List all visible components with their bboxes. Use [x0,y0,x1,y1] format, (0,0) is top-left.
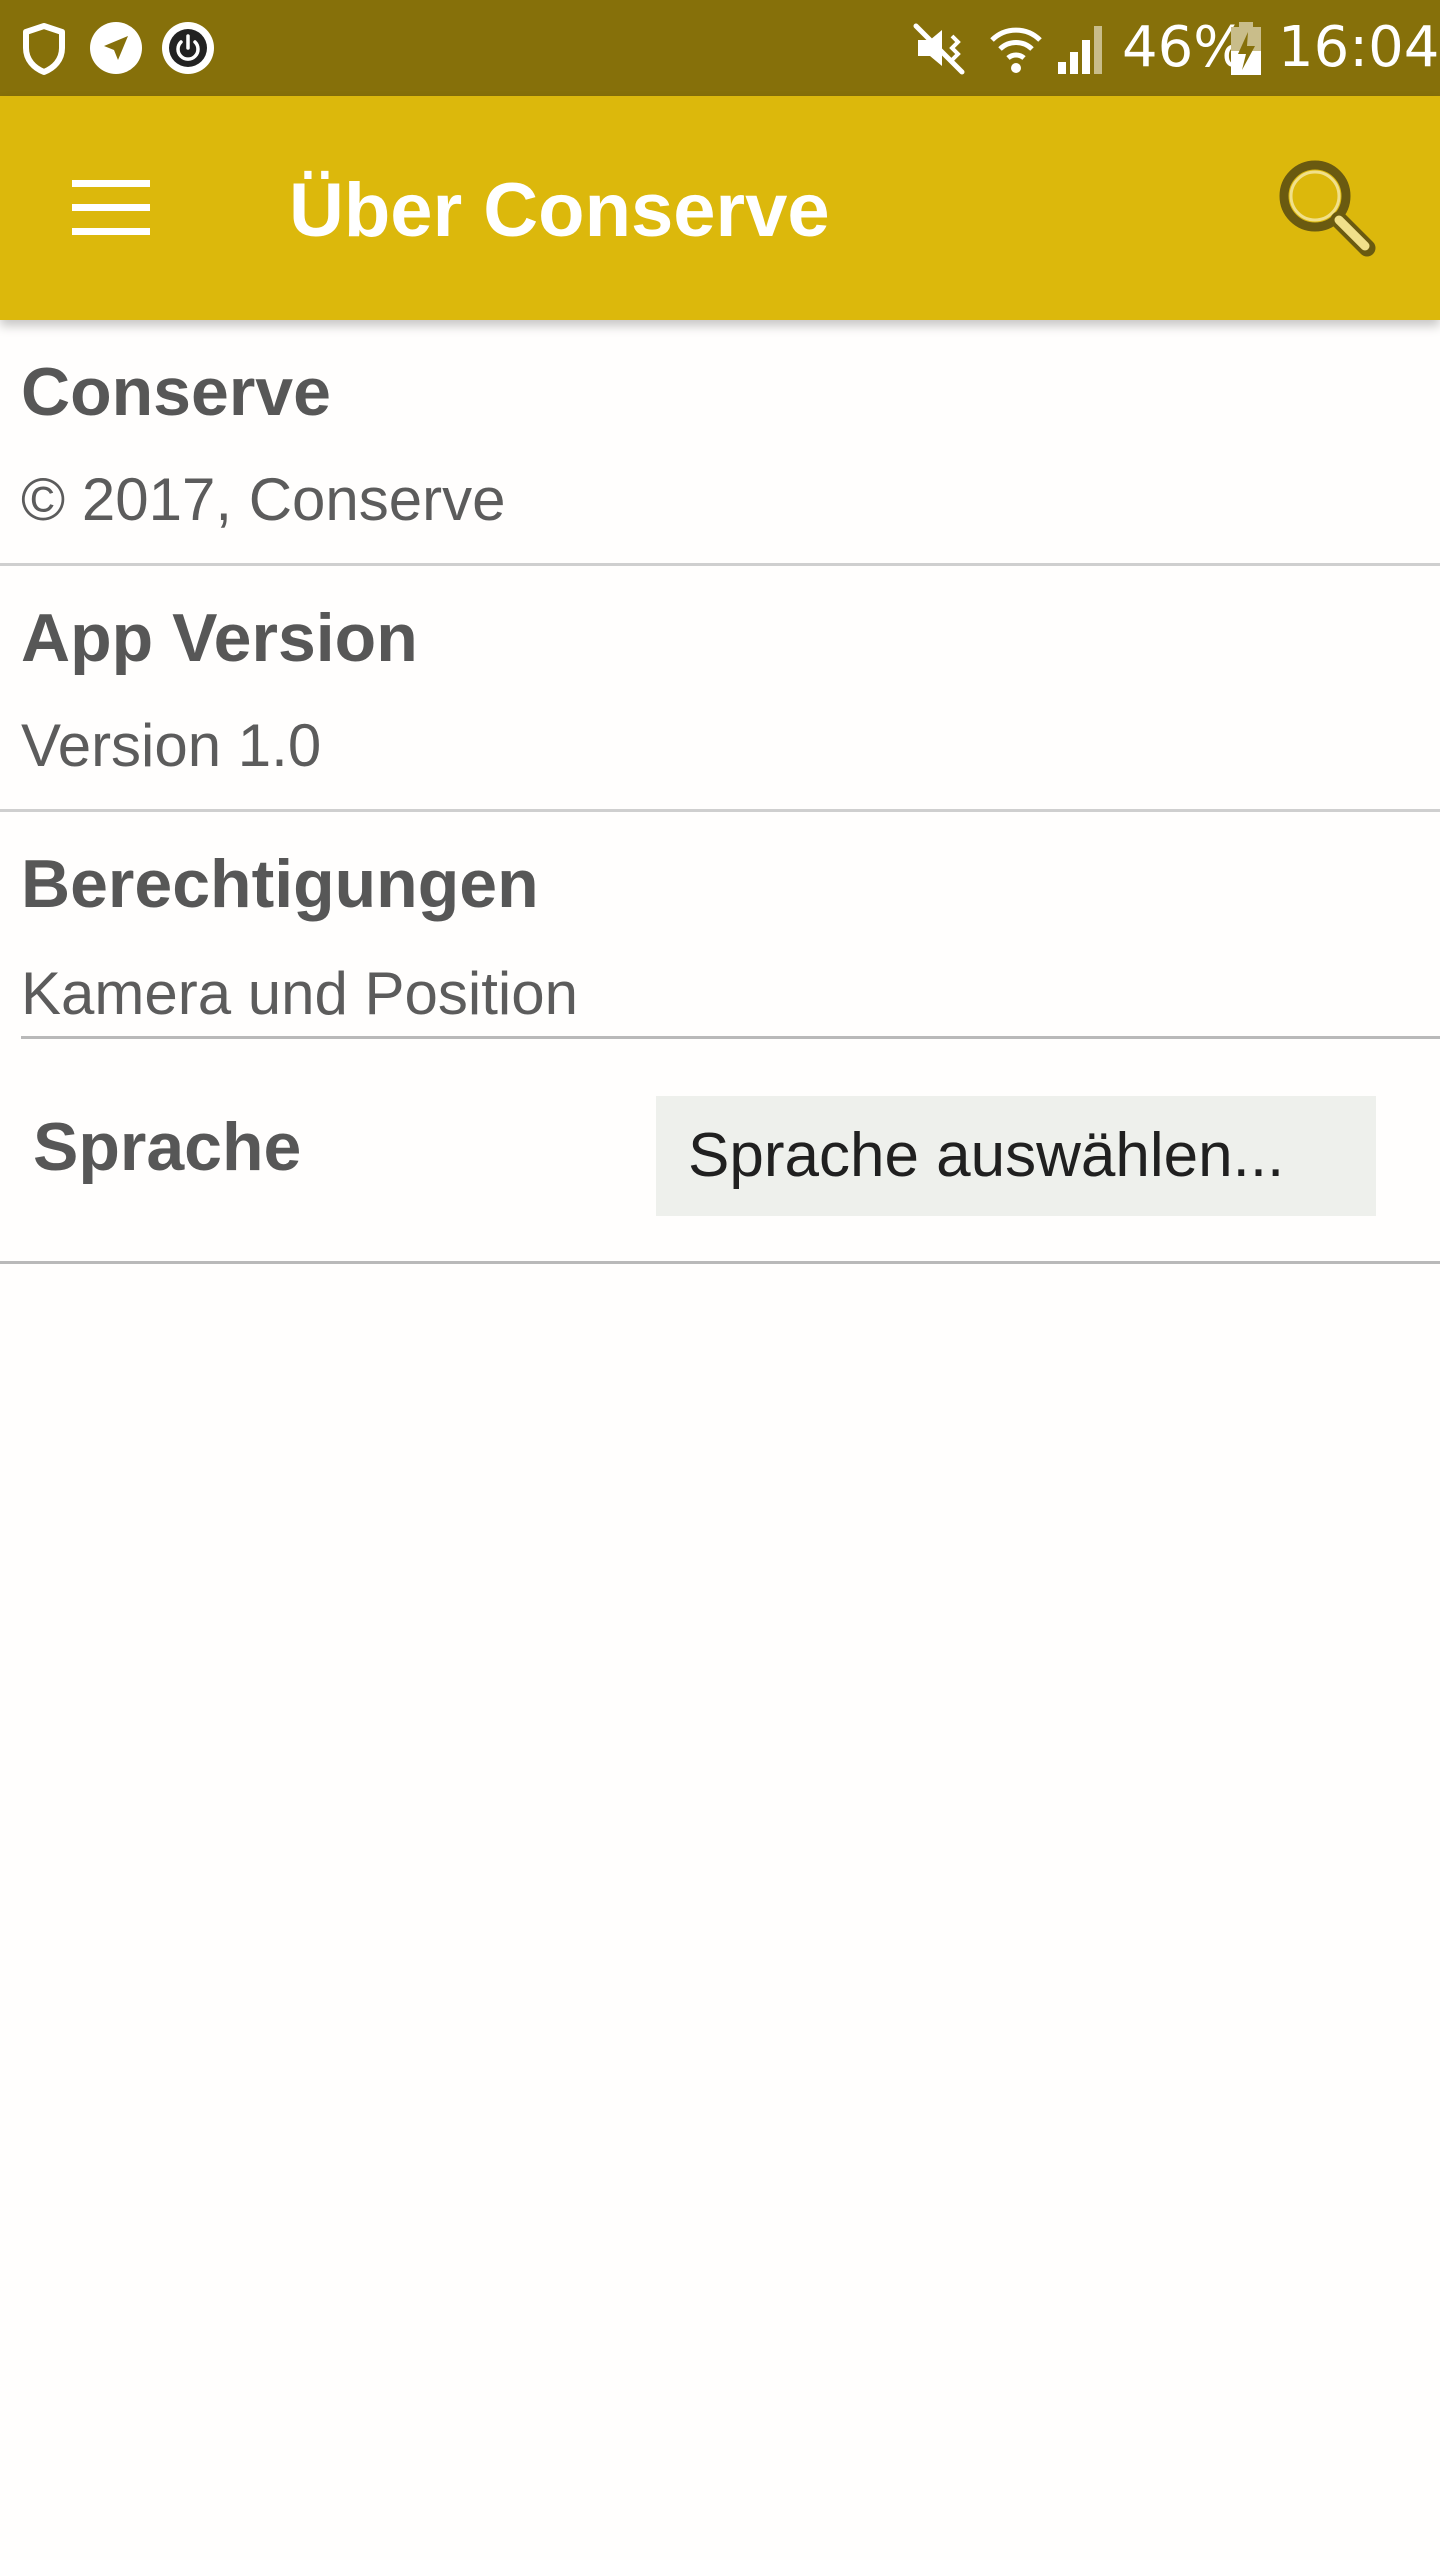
permissions-value: Kamera und Position [21,960,578,1027]
divider [0,1261,1440,1264]
hamburger-menu-icon [50,180,174,262]
navigation-icon [86,18,146,78]
permissions-title: Berechtigungen [21,846,539,922]
status-bar: 46% 16:04 [0,0,1440,96]
about-app-row: Conserve © 2017, Conserve [0,320,1440,564]
wifi-icon [986,18,1046,78]
app-name-title: Conserve [21,354,331,430]
language-label: Sprache [33,1109,302,1185]
copyright-text: © 2017, Conserve [21,466,506,533]
app-version-row: App Version Version 1.0 [0,566,1440,810]
clock: 16:04 [1278,15,1440,80]
language-select[interactable]: Sprache auswählen... [656,1096,1376,1216]
power-icon [158,18,218,78]
app-version-title: App Version [21,600,418,676]
page-title: Über Conserve [289,168,830,253]
shield-icon [14,18,74,78]
search-button[interactable] [1265,152,1385,264]
signal-icon [1052,18,1112,78]
permissions-row: Berechtigungen Kamera und Position [0,812,1440,1036]
vibrate-mute-icon [910,18,970,78]
search-icon [1265,160,1385,268]
menu-button[interactable] [50,158,174,258]
battery-charging-icon [1228,18,1264,78]
app-version-value: Version 1.0 [21,712,322,779]
app-bar: Über Conserve [0,96,1440,320]
